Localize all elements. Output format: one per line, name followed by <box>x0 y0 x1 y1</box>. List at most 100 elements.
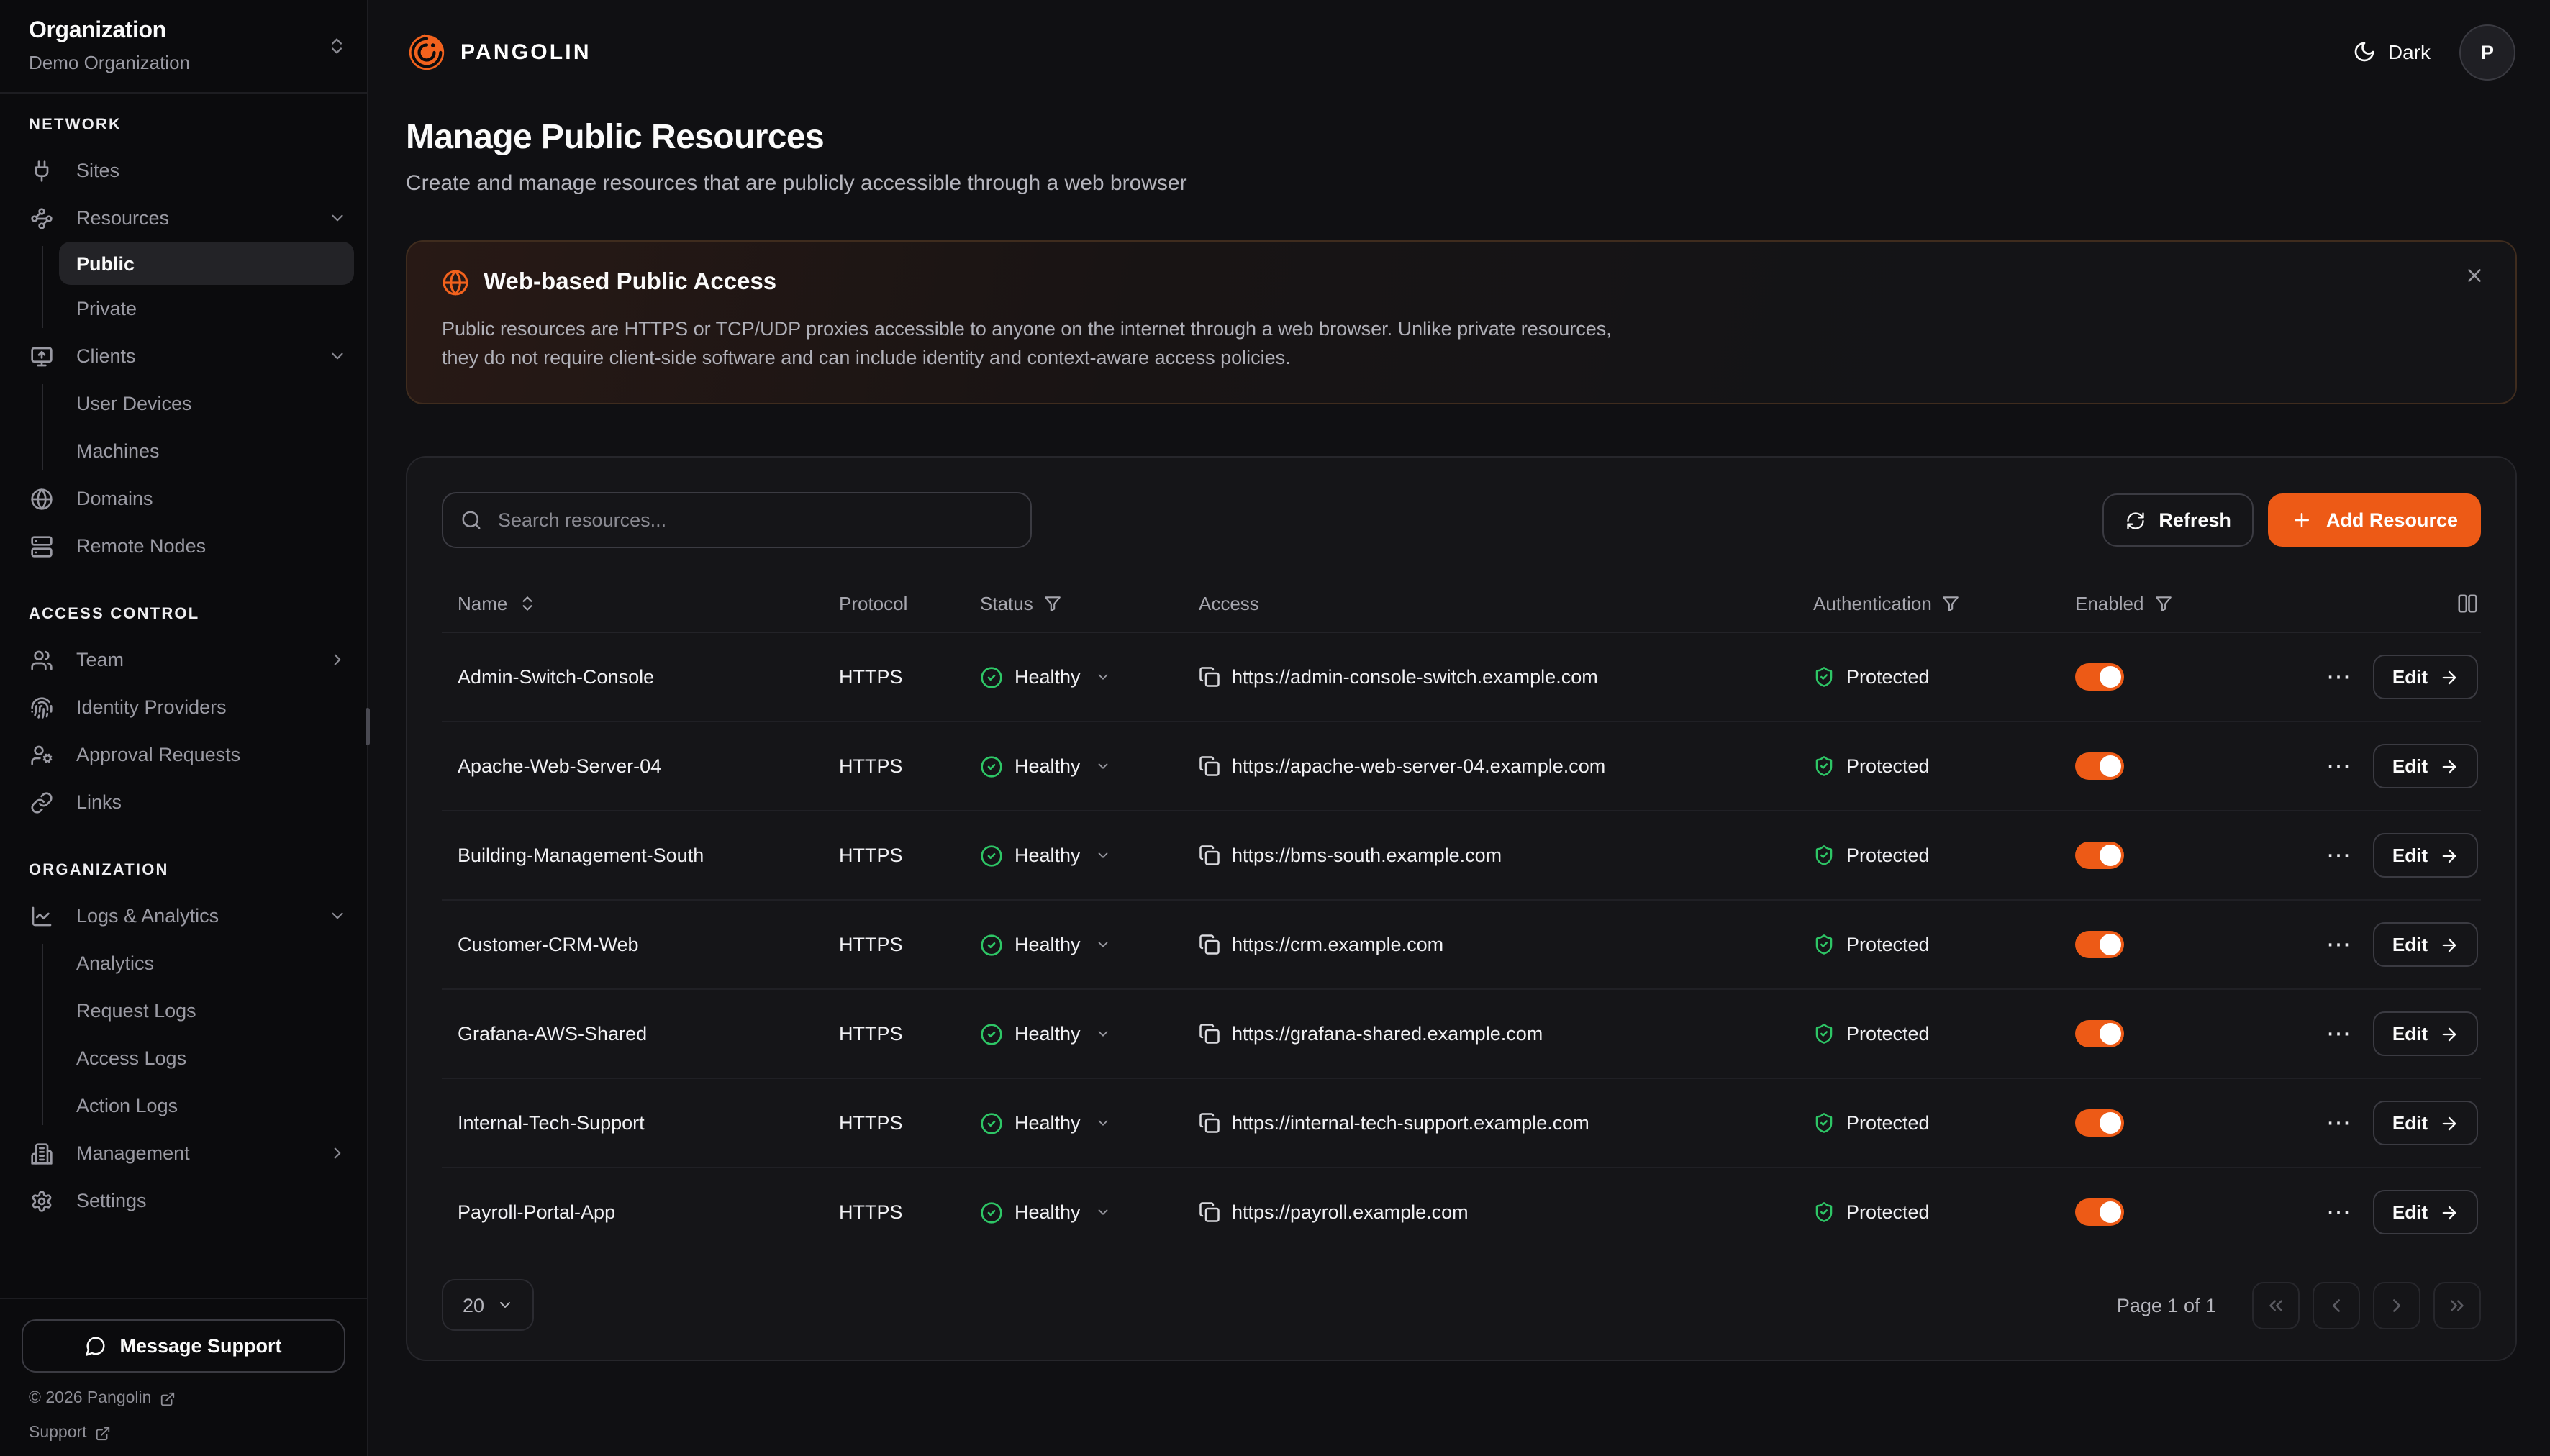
sidebar-item-user-devices[interactable]: User Devices <box>0 380 367 427</box>
status-dropdown[interactable]: Healthy <box>980 755 1199 778</box>
circle-check-icon <box>980 844 1003 867</box>
page-size-select[interactable]: 20 <box>442 1279 534 1331</box>
column-header-authentication[interactable]: Authentication <box>1813 592 2075 614</box>
filter-icon[interactable] <box>1942 593 1961 612</box>
sidebar-item-access-logs[interactable]: Access Logs <box>0 1034 367 1082</box>
column-header-status[interactable]: Status <box>980 592 1199 614</box>
edit-button[interactable]: Edit <box>2374 1101 2478 1145</box>
sidebar-item-remote-nodes[interactable]: Remote Nodes <box>0 522 367 570</box>
sidebar-item-private[interactable]: Private <box>0 285 367 332</box>
sidebar-item-machines[interactable]: Machines <box>0 427 367 475</box>
enabled-toggle[interactable] <box>2075 842 2124 869</box>
sidebar-item-analytics[interactable]: Analytics <box>0 939 367 987</box>
sidebar-item-links[interactable]: Links <box>0 778 367 826</box>
resource-name: Customer-CRM-Web <box>442 934 839 955</box>
support-link[interactable]: Support <box>22 1424 345 1442</box>
sort-icon[interactable] <box>517 593 536 612</box>
filter-icon[interactable] <box>1043 593 1062 612</box>
resources-table: Name Protocol Status Access Authenticati… <box>442 574 2481 1256</box>
sidebar-item-action-logs[interactable]: Action Logs <box>0 1082 367 1129</box>
resource-url: https://internal-tech-support.example.co… <box>1232 1112 1589 1134</box>
enabled-toggle[interactable] <box>2075 1020 2124 1047</box>
sidebar-item-resources[interactable]: Resources <box>0 194 367 242</box>
arrow-right-icon <box>2439 756 2459 776</box>
sidebar-item-logs-analytics[interactable]: Logs & Analytics <box>0 892 367 939</box>
filter-icon[interactable] <box>2154 593 2172 612</box>
row-menu-button[interactable]: ⋯ <box>2326 932 2352 957</box>
search-box <box>442 492 1032 548</box>
sidebar-item-public[interactable]: Public <box>59 242 354 285</box>
sidebar-item-domains[interactable]: Domains <box>0 475 367 522</box>
column-header-protocol: Protocol <box>839 592 980 614</box>
status-dropdown[interactable]: Healthy <box>980 665 1199 688</box>
resource-name: Internal-Tech-Support <box>442 1112 839 1134</box>
copy-icon[interactable] <box>1199 1201 1220 1223</box>
enabled-toggle[interactable] <box>2075 663 2124 691</box>
edit-button[interactable]: Edit <box>2374 744 2478 788</box>
resource-protocol: HTTPS <box>839 755 980 777</box>
prev-page-button[interactable] <box>2313 1281 2360 1329</box>
org-switcher[interactable]: Organization Demo Organization <box>0 0 367 94</box>
row-menu-button[interactable]: ⋯ <box>2326 665 2352 689</box>
sidebar-item-identity-providers[interactable]: Identity Providers <box>0 683 367 731</box>
row-menu-button[interactable]: ⋯ <box>2326 1022 2352 1046</box>
banner-body: Public resources are HTTPS or TCP/UDP pr… <box>442 315 2481 373</box>
row-menu-button[interactable]: ⋯ <box>2326 843 2352 868</box>
building-icon <box>29 1142 55 1165</box>
column-header-enabled[interactable]: Enabled <box>2075 592 2262 614</box>
chevron-right-icon <box>328 650 347 669</box>
message-support-button[interactable]: Message Support <box>22 1319 345 1373</box>
copy-icon[interactable] <box>1199 755 1220 777</box>
table-row: Grafana-AWS-Shared HTTPS Healthy https:/… <box>442 988 2481 1078</box>
column-header-name[interactable]: Name <box>442 592 839 614</box>
status-dropdown[interactable]: Healthy <box>980 1201 1199 1224</box>
sidebar-item-clients[interactable]: Clients <box>0 332 367 380</box>
next-page-button[interactable] <box>2373 1281 2420 1329</box>
sidebar-item-settings[interactable]: Settings <box>0 1177 367 1224</box>
row-menu-button[interactable]: ⋯ <box>2326 754 2352 778</box>
enabled-toggle[interactable] <box>2075 752 2124 780</box>
last-page-button[interactable] <box>2433 1281 2481 1329</box>
sidebar-item-team[interactable]: Team <box>0 636 367 683</box>
edit-button[interactable]: Edit <box>2374 833 2478 878</box>
enabled-toggle[interactable] <box>2075 931 2124 958</box>
first-page-button[interactable] <box>2252 1281 2300 1329</box>
copy-icon[interactable] <box>1199 1023 1220 1045</box>
status-dropdown[interactable]: Healthy <box>980 1111 1199 1134</box>
sidebar-item-approval-requests[interactable]: Approval Requests <box>0 731 367 778</box>
avatar[interactable]: P <box>2459 24 2515 80</box>
copyright-link[interactable]: © 2026 Pangolin <box>22 1390 345 1407</box>
user-cog-icon <box>29 743 55 766</box>
enabled-toggle[interactable] <box>2075 1109 2124 1137</box>
shield-check-icon <box>1813 1201 1835 1223</box>
brand[interactable]: PANGOLIN <box>406 31 591 73</box>
sidebar-item-management[interactable]: Management <box>0 1129 367 1177</box>
row-menu-button[interactable]: ⋯ <box>2326 1200 2352 1224</box>
copy-icon[interactable] <box>1199 845 1220 866</box>
status-dropdown[interactable]: Healthy <box>980 1022 1199 1045</box>
copy-icon[interactable] <box>1199 666 1220 688</box>
column-visibility-button[interactable] <box>2262 592 2481 614</box>
sidebar-item-request-logs[interactable]: Request Logs <box>0 987 367 1034</box>
status-dropdown[interactable]: Healthy <box>980 844 1199 867</box>
edit-button[interactable]: Edit <box>2374 655 2478 699</box>
theme-toggle[interactable]: Dark <box>2354 40 2431 63</box>
edit-button[interactable]: Edit <box>2374 922 2478 967</box>
copy-icon[interactable] <box>1199 934 1220 955</box>
edit-button[interactable]: Edit <box>2374 1190 2478 1234</box>
refresh-button[interactable]: Refresh <box>2102 493 2254 547</box>
chevron-down-icon <box>1095 847 1111 863</box>
search-input[interactable] <box>495 508 1013 532</box>
globe-icon <box>442 269 469 296</box>
edit-button[interactable]: Edit <box>2374 1011 2478 1056</box>
add-resource-button[interactable]: Add Resource <box>2269 493 2481 547</box>
chevron-down-icon <box>1095 937 1111 952</box>
close-icon[interactable] <box>2464 265 2485 286</box>
arrow-right-icon <box>2439 1202 2459 1222</box>
sidebar-item-sites[interactable]: Sites <box>0 147 367 194</box>
sidebar-resize-handle[interactable] <box>366 708 370 745</box>
row-menu-button[interactable]: ⋯ <box>2326 1111 2352 1135</box>
enabled-toggle[interactable] <box>2075 1198 2124 1226</box>
status-dropdown[interactable]: Healthy <box>980 933 1199 956</box>
copy-icon[interactable] <box>1199 1112 1220 1134</box>
